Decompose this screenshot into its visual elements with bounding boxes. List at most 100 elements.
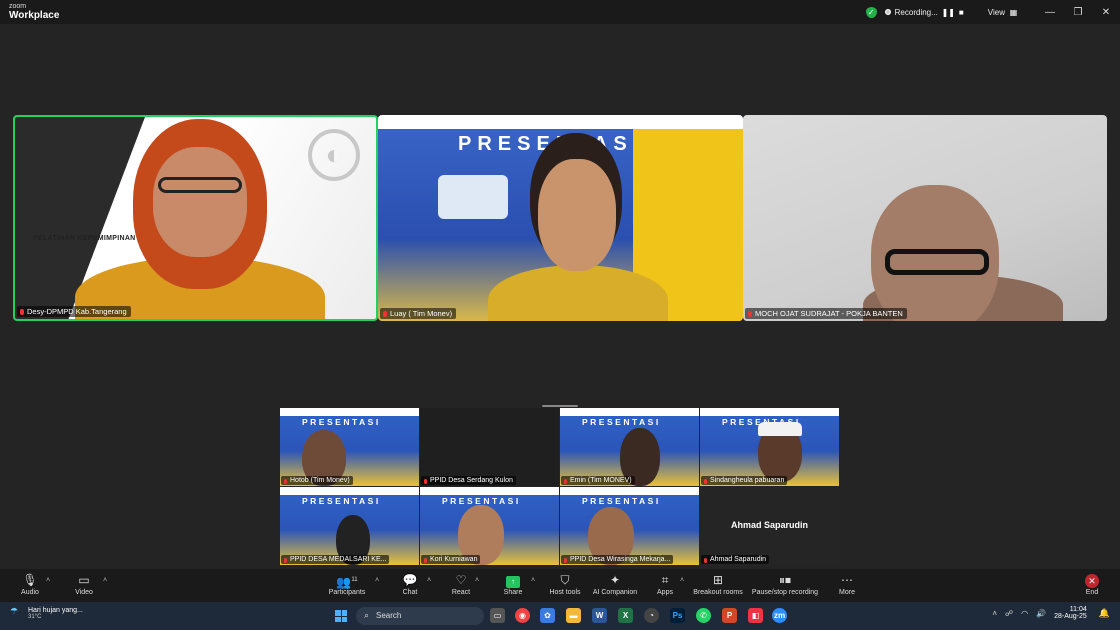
slide-graphic: [438, 175, 508, 219]
slide-strip: [280, 487, 419, 495]
slide-strip: [560, 408, 699, 416]
task-view-icon[interactable]: ▭: [490, 608, 505, 623]
video-tile-sindangheula[interactable]: PRESENTASI Sindangheula pabuaran: [700, 408, 839, 486]
apps-chevron-icon[interactable]: ˄: [680, 577, 684, 584]
zoom-app-icon[interactable]: zm: [772, 608, 787, 623]
share-screen-icon: ↑: [506, 576, 520, 588]
video-tile-emin[interactable]: PRESENTASI Emin (Tim MONEV): [560, 408, 699, 486]
glasses-icon: [158, 177, 242, 193]
brand-title: Workplace: [9, 10, 60, 21]
participants-chevron-icon[interactable]: ˄: [375, 577, 379, 584]
video-tile-wirasinga[interactable]: PRESENTASI PPID Desa Wirasinga Mekarja..…: [560, 487, 699, 565]
participant-name-label: Desy-DPMPD Kab.Tangerang: [17, 306, 131, 317]
slide-title: PRESENTASI: [302, 496, 381, 506]
breakout-rooms-icon: ⊞: [712, 573, 724, 587]
word-icon[interactable]: W: [592, 608, 607, 623]
encryption-shield-icon[interactable]: ✓: [865, 6, 877, 18]
participant-display-name: Ahmad Saparudin: [730, 520, 808, 530]
slide-strip: [700, 408, 839, 416]
volume-icon[interactable]: 🔊: [1036, 609, 1046, 618]
clock-time: 11:04: [1069, 606, 1087, 613]
recording-dot-icon: [884, 9, 891, 15]
participant-name-label: PPID DESA MEDALSARI KE...: [281, 555, 390, 564]
file-explorer-icon[interactable]: ▬: [566, 608, 581, 623]
whatsapp-icon[interactable]: ✆: [696, 608, 711, 623]
participants-button[interactable]: 👥11 Participants: [328, 572, 366, 596]
powerpoint-icon[interactable]: P: [722, 608, 737, 623]
participant-name-label: Ahmad Saparudin: [701, 555, 770, 564]
video-options-chevron-icon[interactable]: ˄: [103, 577, 107, 584]
shield-icon: ⛉: [560, 573, 570, 587]
excel-icon[interactable]: X: [618, 608, 633, 623]
minimize-icon[interactable]: —: [1036, 7, 1064, 18]
weather-widget[interactable]: Hari hujan yang... 31°C: [28, 607, 83, 620]
photoshop-icon[interactable]: Ps: [670, 608, 685, 623]
participant-name-label: Hotob (Tim Monev): [281, 476, 353, 485]
slide-header-strip: [378, 115, 743, 129]
network-icon[interactable]: ☍: [1005, 609, 1013, 618]
host-tools-button[interactable]: ⛉ Host tools: [548, 572, 582, 596]
video-tile-moch-ojat[interactable]: MOCH OJAT SUDRAJAT - POKJA BANTEN: [743, 115, 1107, 321]
windows-start-icon[interactable]: [335, 610, 347, 622]
slide-strip: [560, 487, 699, 495]
close-icon[interactable]: ✕: [1092, 7, 1120, 18]
pause-stop-icon: ⏸⏹: [778, 573, 791, 587]
grid-view-icon[interactable]: ▦: [1009, 8, 1018, 17]
video-camera-icon: ▭: [78, 573, 90, 587]
office-icon[interactable]: ◧: [748, 608, 763, 623]
end-button[interactable]: ✕ End: [1082, 572, 1102, 596]
ai-companion-button[interactable]: ✦ AI Companion: [592, 572, 638, 596]
video-tile-hotob[interactable]: PRESENTASI Hotob (Tim Monev): [280, 408, 419, 486]
view-button[interactable]: View: [988, 8, 1005, 17]
slide-title: PRESENTASI: [302, 417, 381, 427]
weather-temp: 31°C: [28, 614, 42, 620]
slide-strip: [280, 408, 419, 416]
globe-logo-icon: ◐: [308, 129, 360, 181]
video-tile-serdang-kulon[interactable]: PPID Desa Serdang Kulon: [420, 408, 559, 486]
participant-face: [153, 147, 247, 257]
system-tray: ˄ ☍ ◠ 🔊 11:04 28-Aug-25 🔔: [992, 606, 1110, 620]
muted-mic-icon: 🎙: [22, 573, 38, 587]
weather-text: Hari hujan yang...: [28, 607, 83, 614]
recording-label: Recording...: [894, 7, 938, 17]
react-chevron-icon[interactable]: ˄: [475, 577, 479, 584]
video-tile-luay[interactable]: PRESENTASI Luay ( Tim Monev): [378, 115, 743, 321]
chat-button[interactable]: 💬 Chat: [400, 572, 420, 596]
copilot-icon[interactable]: ✿: [540, 608, 555, 623]
chat-chevron-icon[interactable]: ˄: [427, 577, 431, 584]
more-icon: ⋯: [841, 573, 853, 587]
clock-app-icon[interactable]: ◔: [644, 608, 659, 623]
brand-small: zoom: [9, 3, 27, 10]
audio-button[interactable]: 🎙 Audio: [20, 572, 40, 596]
video-tile-ahmad[interactable]: Ahmad Saparudin Ahmad Saparudin: [700, 487, 839, 565]
video-tile-medalsari[interactable]: PRESENTASI PPID DESA MEDALSARI KE...: [280, 487, 419, 565]
pause-recording-icon[interactable]: ❚❚: [942, 8, 955, 17]
video-tile-desy[interactable]: ◐ PELATIHAN KEPEMIMPINAN ADM Desy-DPMPD …: [13, 115, 378, 321]
pause-stop-recording-button[interactable]: ⏸⏹ Pause/stop recording: [751, 572, 819, 596]
gallery-resize-handle[interactable]: [542, 405, 578, 407]
apps-button[interactable]: ⌗ Apps: [655, 572, 675, 596]
restore-icon[interactable]: ❐: [1064, 7, 1092, 18]
tray-chevron-icon[interactable]: ˄: [992, 609, 997, 618]
react-button[interactable]: ♡ React: [450, 572, 472, 596]
apps-label: Apps: [657, 589, 673, 596]
share-chevron-icon[interactable]: ˄: [531, 577, 535, 584]
chrome-icon[interactable]: ◉: [515, 608, 530, 623]
end-label: End: [1085, 589, 1099, 596]
audio-options-chevron-icon[interactable]: ˄: [46, 577, 50, 584]
video-button[interactable]: ▭ Video: [74, 572, 94, 596]
clock[interactable]: 11:04 28-Aug-25: [1054, 606, 1087, 620]
participants-icon: 👥11: [336, 575, 358, 589]
breakout-rooms-label: Breakout rooms: [693, 589, 743, 596]
breakout-rooms-button[interactable]: ⊞ Breakout rooms: [692, 572, 744, 596]
taskbar-search[interactable]: ⌕ Search: [356, 607, 484, 625]
stop-recording-icon[interactable]: ■: [957, 8, 966, 17]
video-tile-kori[interactable]: PRESENTASI Kori Kurniawan: [420, 487, 559, 565]
host-tools-label: Host tools: [549, 589, 581, 596]
notification-bell-icon[interactable]: 🔔: [1099, 608, 1110, 619]
wifi-icon[interactable]: ◠: [1021, 609, 1028, 618]
participants-count: 11: [351, 577, 358, 583]
more-button[interactable]: ⋯ More: [836, 572, 858, 596]
chat-icon: 💬: [402, 573, 418, 587]
share-button[interactable]: ↑ Share: [502, 572, 524, 596]
